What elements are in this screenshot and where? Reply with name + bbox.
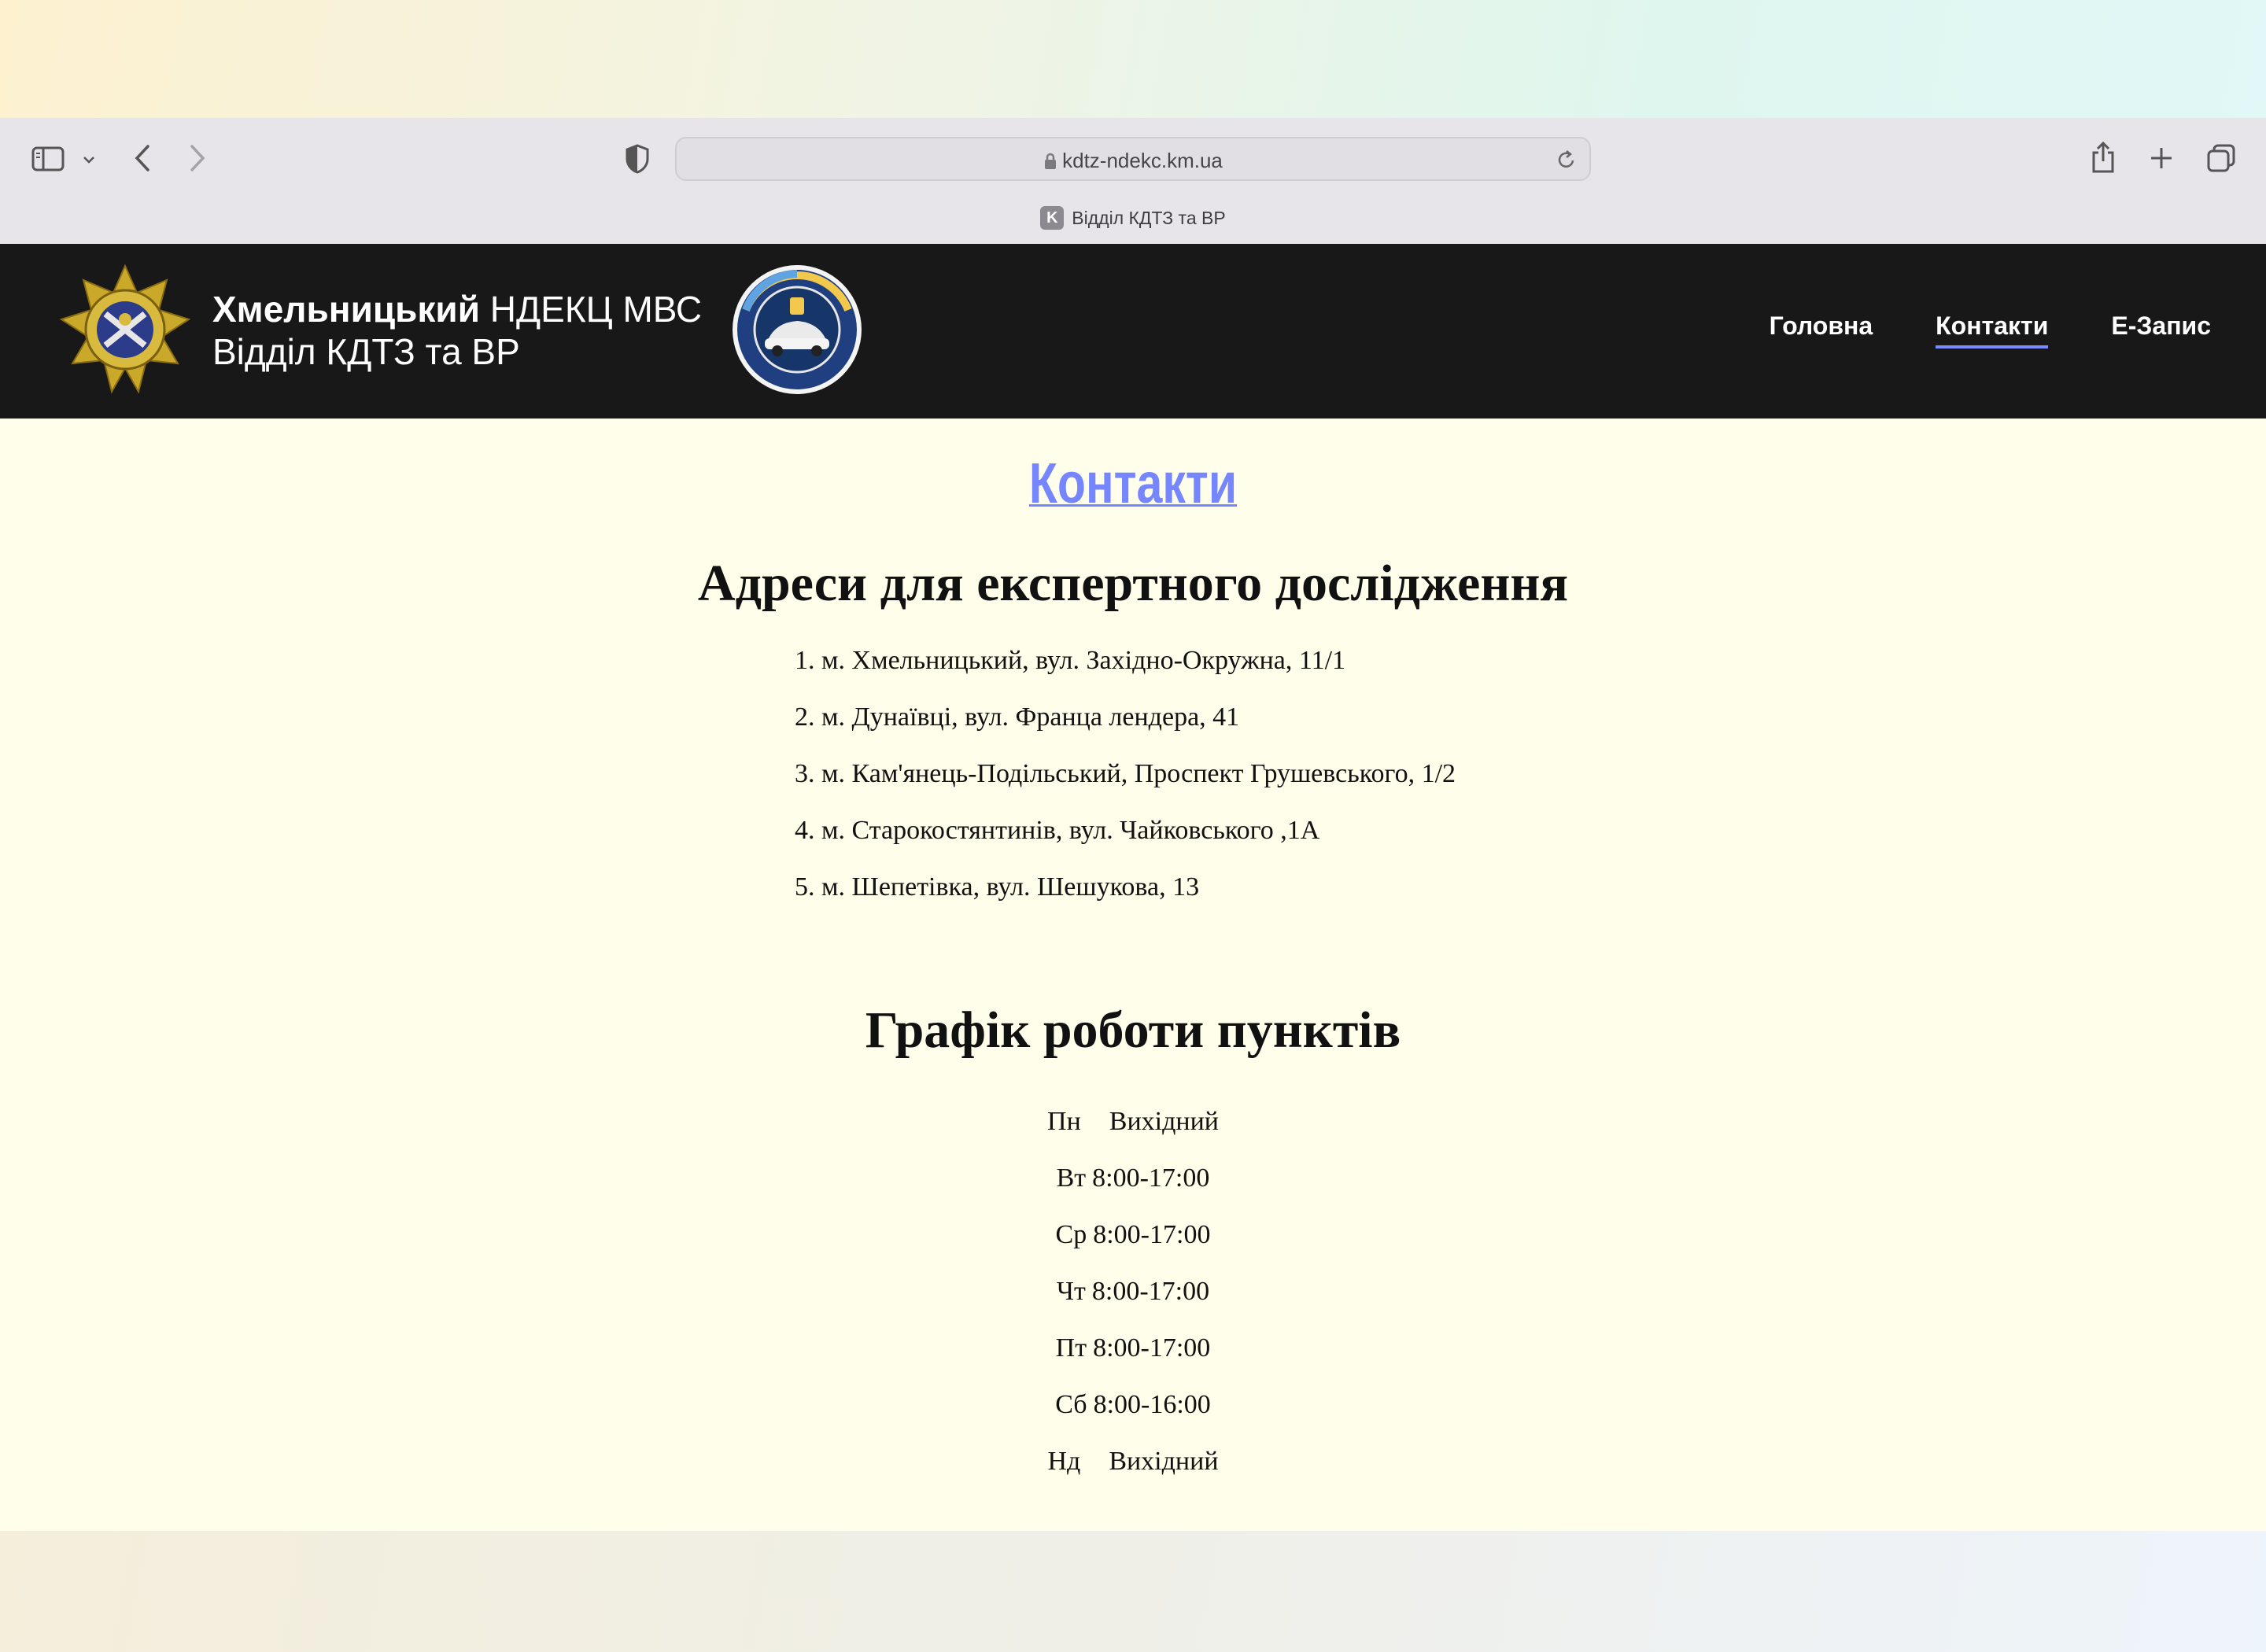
sidebar-toggle-icon[interactable]: [31, 146, 65, 171]
addresses-heading: Адреси для експертного дослідження: [697, 555, 1569, 612]
schedule-row: Вт 8:00-17:00: [1056, 1163, 1210, 1193]
reload-icon[interactable]: [1556, 149, 1577, 171]
browser-toolbar: kdtz-ndekc.km.ua K Відділ КДТЗ та ВР: [0, 118, 2266, 244]
back-arrow-icon[interactable]: [131, 142, 154, 175]
lock-icon: [1045, 153, 1057, 169]
brand-line-2: Відділ КДТЗ та ВР: [212, 331, 520, 372]
expert-service-emblem-logo[interactable]: [58, 263, 192, 396]
vehicle-expertise-round-logo[interactable]: [730, 263, 864, 396]
schedule-row: Нд Вихідний: [1047, 1447, 1219, 1476]
main-nav: Головна Контакти Е-Запис: [1770, 312, 2211, 348]
forward-arrow-icon[interactable]: [186, 142, 209, 175]
tab-title: Відділ КДТЗ та ВР: [1072, 207, 1226, 228]
url-text[interactable]: kdtz-ndekc.km.ua: [677, 149, 1589, 173]
nav-e-registration[interactable]: Е-Запис: [2111, 312, 2211, 345]
schedule-list: Пн Вихідний Вт 8:00-17:00 Ср 8:00-17:00 Чт 8…: [0, 1106, 2266, 1503]
brand-line-1: Хмельницький НДЕКЦ МВС: [212, 288, 702, 330]
schedule-row: Ср 8:00-17:00: [1055, 1220, 1211, 1249]
url-label: kdtz-ndekc.km.ua: [1062, 149, 1223, 172]
addresses-list: 1. м. Хмельницький, вул. Західно-Окружна…: [795, 645, 1456, 928]
address-item: 2. м. Дунаївці, вул. Франца лендера, 41: [795, 702, 1240, 732]
site-favicon: K: [1040, 206, 1065, 230]
schedule-row: Сб 8:00-16:00: [1055, 1390, 1211, 1419]
chevron-down-icon[interactable]: [82, 154, 96, 165]
brand-org: НДЕКЦ МВС: [480, 289, 703, 330]
nav-home[interactable]: Головна: [1770, 312, 1873, 345]
site-header: Хмельницький НДЕКЦ МВС Відділ КДТЗ та ВР…: [0, 244, 2266, 419]
schedule-row: Чт 8:00-17:00: [1056, 1277, 1210, 1306]
site-brand[interactable]: Хмельницький НДЕКЦ МВС Відділ КДТЗ та ВР: [212, 288, 702, 373]
address-item: 3. м. Кам'янець-Подільський, Проспект Гр…: [795, 759, 1456, 788]
page-title[interactable]: Контакти: [204, 452, 2062, 516]
desktop-background-bottom: [0, 1531, 2266, 1652]
main-content: Контакти Адреси для експертного дослідже…: [0, 419, 2266, 1531]
shield-icon[interactable]: [625, 143, 650, 175]
brand-city: Хмельницький: [212, 289, 480, 330]
tabs-overview-icon[interactable]: [2206, 143, 2236, 173]
address-bar[interactable]: kdtz-ndekc.km.ua: [675, 137, 1591, 181]
address-item: 1. м. Хмельницький, вул. Західно-Окружна…: [795, 646, 1346, 675]
schedule-row: Пн Вихідний: [1047, 1107, 1219, 1136]
nav-contacts[interactable]: Контакти: [1936, 312, 2049, 348]
address-item: 4. м. Старокостянтинів, вул. Чайковськог…: [795, 816, 1320, 845]
schedule-heading: Графік роботи пунктів: [865, 1001, 1401, 1059]
address-item: 5. м. Шепетівка, вул. Шешукова, 13: [795, 872, 1200, 902]
share-icon[interactable]: [2090, 140, 2117, 175]
browser-tab[interactable]: K Відділ КДТЗ та ВР: [0, 206, 2266, 238]
new-tab-icon[interactable]: [2148, 145, 2175, 171]
schedule-row: Пт 8:00-17:00: [1055, 1333, 1211, 1363]
